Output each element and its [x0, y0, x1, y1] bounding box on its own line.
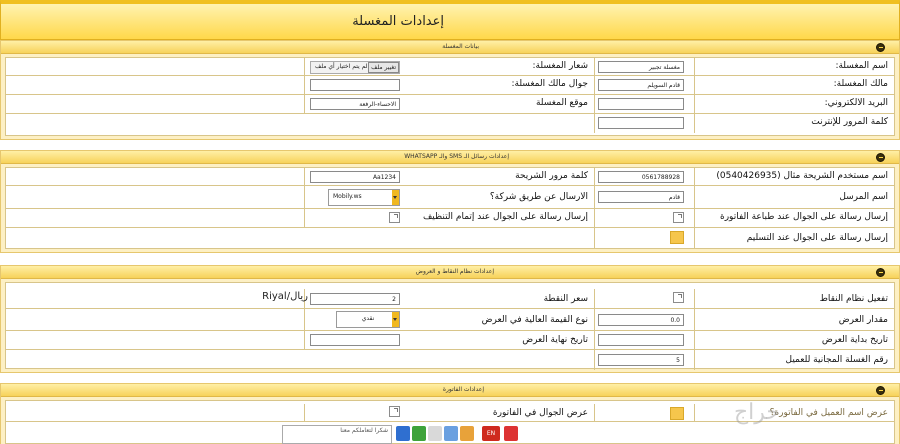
table-row: تفعيل نظام النقاط سعر النقطة ريال/Riyal [6, 289, 894, 309]
logo-file-input[interactable]: تغيير ملف لم يتم اختيار أي ملف [310, 61, 400, 74]
delivery-msg-label: إرسال رسالة على الجوال عند التسليم [746, 233, 888, 243]
end-date-input[interactable] [310, 334, 400, 346]
file-status: لم يتم اختيار أي ملف [315, 63, 368, 70]
send-company-select[interactable]: Mobily.ws [328, 189, 400, 206]
internet-password-label: كلمة المرور للإنترنت [811, 117, 888, 127]
collapse-icon[interactable] [876, 268, 885, 277]
taskbar-tray: EN [394, 424, 524, 444]
collapse-icon[interactable] [876, 386, 885, 395]
chevron-down-icon [392, 312, 399, 327]
table-row: اسم المغسلة: شعار المغسلة: تغيير ملف لم … [6, 58, 894, 76]
sms-settings-panel: إعدادات رسائل الـ SMS والـ WHATSAPP اسم … [0, 150, 900, 253]
panel-title: إعدادات رسائل الـ SMS والـ WHATSAPP [404, 153, 509, 160]
laundry-data-panel: بيانات المغسلة اسم المغسلة: شعار المغسلة… [0, 40, 900, 140]
points-settings-table: تفعيل نظام النقاط سعر النقطة ريال/Riyal … [5, 282, 895, 370]
free-wash-label: رقم الغسلة المجانية للعميل [785, 355, 888, 365]
start-date-label: تاريخ بداية العرض [821, 335, 888, 345]
free-wash-input[interactable] [598, 354, 684, 366]
select-value: Mobily.ws [333, 193, 362, 200]
laundry-data-panel-bar[interactable]: بيانات المغسلة [1, 41, 899, 54]
internet-password-input[interactable] [598, 117, 684, 129]
panel-title: إعدادات الفاتورة [442, 386, 484, 393]
panel-title: إعدادات نظام النقاط و العروض [415, 268, 494, 275]
table-row: إرسال رسالة على الجوال عند طباعة الفاتور… [6, 209, 894, 228]
watermark-logo: حراج [733, 400, 780, 425]
laundry-name-input[interactable] [598, 61, 684, 73]
table-row: اسم مستخدم الشريحة مثال (0540426935) كلم… [6, 168, 894, 186]
owner-input[interactable] [598, 79, 684, 91]
laundry-name-label: اسم المغسلة: [835, 61, 888, 71]
invoice-settings-panel-bar[interactable]: إعدادات الفاتورة [1, 384, 899, 397]
flag-icon[interactable] [504, 426, 518, 441]
sim-username-input[interactable] [598, 171, 684, 183]
start-date-input[interactable] [598, 334, 684, 346]
skype-icon[interactable] [412, 426, 426, 441]
language-indicator[interactable]: EN [482, 426, 500, 441]
email-label: البريد الالكتروني: [824, 98, 888, 108]
sms-settings-table: اسم مستخدم الشريحة مثال (0540426935) كلم… [5, 167, 895, 249]
table-row: مالك المغسلة: جوال مالك المغسلة: [6, 76, 894, 95]
table-row: رقم الغسلة المجانية للعميل [6, 350, 894, 370]
send-company-label: الارسال عن طريق شركة؟ [489, 192, 588, 202]
show-customer-toggle[interactable] [670, 407, 684, 420]
table-row: كلمة المرور للإنترنت [6, 114, 894, 133]
sender-label: اسم المرسل [839, 192, 888, 202]
page-header: إعدادات المغسلة [0, 0, 900, 40]
point-price-label: سعر النقطة [543, 294, 588, 304]
sim-username-label: اسم مستخدم الشريحة مثال (0540426935) [716, 171, 888, 181]
laundry-data-table: اسم المغسلة: شعار المغسلة: تغيير ملف لم … [5, 57, 895, 136]
owner-mobile-label: جوال مالك المغسلة: [511, 79, 588, 89]
table-row: إرسال رسالة على الجوال عند التسليم [6, 228, 894, 248]
location-input[interactable] [310, 98, 400, 110]
table-row: مقدار العرض نوع القيمة العالية في العرض … [6, 309, 894, 331]
window-icon[interactable] [428, 426, 442, 441]
sms-settings-panel-bar[interactable]: إعدادات رسائل الـ SMS والـ WHATSAPP [1, 151, 899, 164]
value-type-label: نوع القيمة العالية في العرض [481, 315, 588, 325]
logo-label: شعار المغسلة: [532, 61, 589, 71]
email-input[interactable] [598, 98, 684, 110]
offer-amount-input[interactable] [598, 314, 684, 326]
offer-amount-label: مقدار العرض [838, 315, 888, 325]
show-mobile-label: عرض الجوال في الفاتورة [492, 408, 588, 418]
enable-points-checkbox[interactable] [673, 292, 684, 303]
app-icon[interactable] [396, 426, 410, 441]
table-row: اسم المرسل الارسال عن طريق شركة؟ Mobily.… [6, 186, 894, 209]
point-price-input[interactable] [310, 293, 400, 305]
table-row: تاريخ بداية العرض تاريخ نهاية العرض [6, 331, 894, 350]
points-settings-panel-bar[interactable]: إعدادات نظام النقاط و العروض [1, 266, 899, 279]
owner-label: مالك المغسلة: [833, 79, 888, 89]
currency-label: ريال/Riyal [262, 291, 308, 302]
invoice-note-textarea[interactable]: شكرا لتعاملكم معنا [282, 425, 392, 444]
location-label: موقع المغسلة [535, 98, 588, 108]
table-row: البريد الالكتروني: موقع المغسلة [6, 95, 894, 114]
owner-mobile-input[interactable] [310, 79, 400, 91]
sim-password-label: كلمة مرور الشريحة [515, 171, 588, 181]
points-settings-panel: إعدادات نظام النقاط و العروض تفعيل نظام … [0, 265, 900, 373]
choose-file-button[interactable]: تغيير ملف [368, 62, 399, 73]
show-mobile-checkbox[interactable] [389, 406, 400, 417]
enable-points-label: تفعيل نظام النقاط [819, 294, 888, 304]
chevron-down-icon [392, 190, 399, 205]
sim-password-input[interactable] [310, 171, 400, 183]
folder-icon[interactable] [460, 426, 474, 441]
select-value: نقدي [361, 315, 375, 322]
network-icon[interactable] [444, 426, 458, 441]
collapse-icon[interactable] [876, 153, 885, 162]
collapse-icon[interactable] [876, 43, 885, 52]
delivery-msg-toggle[interactable] [670, 231, 684, 244]
clean-msg-checkbox[interactable] [389, 212, 400, 223]
clean-msg-label: إرسال رسالة على الجوال عند إتمام التنظيف [422, 212, 588, 222]
print-msg-checkbox[interactable] [673, 212, 684, 223]
show-customer-label: عرض اسم العميل في الفاتورة؟ [769, 408, 888, 418]
page-title: إعدادات المغسلة [352, 14, 444, 29]
panel-title: بيانات المغسلة [442, 43, 479, 50]
value-type-select[interactable]: نقدي [336, 311, 400, 328]
sender-input[interactable] [598, 191, 684, 203]
end-date-label: تاريخ نهاية العرض [522, 335, 588, 345]
print-msg-label: إرسال رسالة على الجوال عند طباعة الفاتور… [719, 212, 888, 222]
